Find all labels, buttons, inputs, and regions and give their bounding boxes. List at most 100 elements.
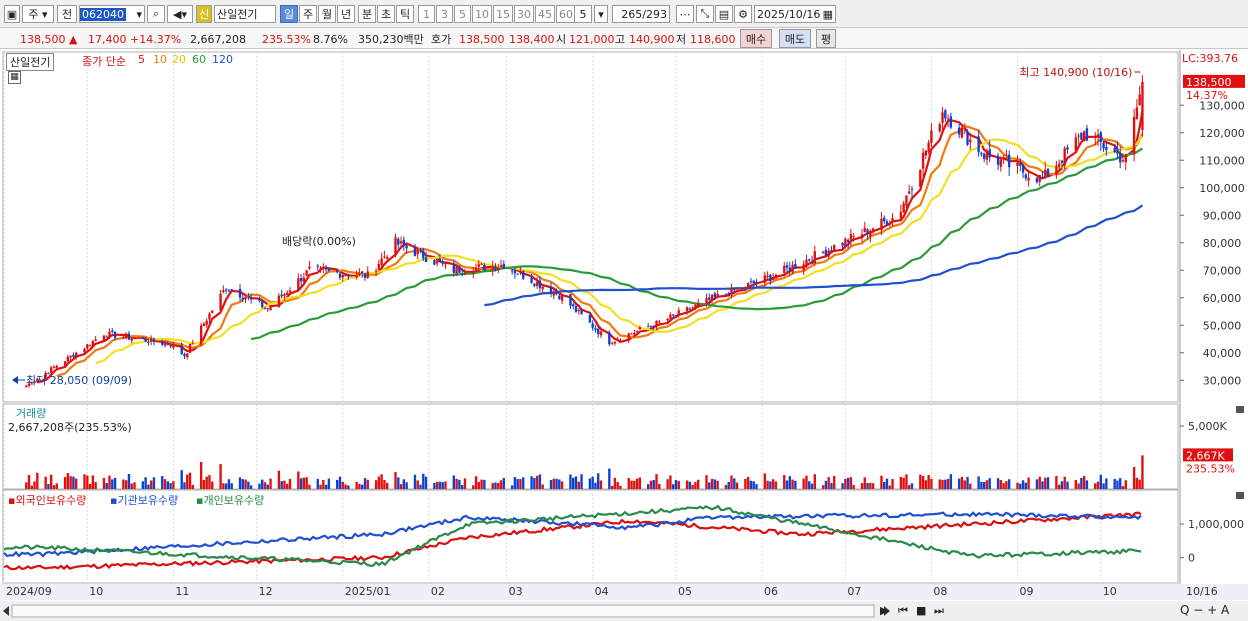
candle bbox=[658, 321, 661, 323]
volume-bar bbox=[144, 477, 147, 489]
open-label: 시 bbox=[556, 33, 567, 46]
buy-button[interactable]: 매수 bbox=[740, 29, 772, 48]
holdings-legend-institution[interactable]: ▪기관보유수량 bbox=[110, 492, 178, 508]
candle bbox=[1099, 132, 1102, 143]
eval-button[interactable]: 평 bbox=[816, 29, 836, 48]
candle bbox=[288, 290, 292, 293]
candle bbox=[630, 333, 633, 335]
line-tool-icon[interactable]: ⤡ bbox=[696, 5, 714, 23]
holdings-y-tick: 0 bbox=[1188, 552, 1195, 565]
volume-bar bbox=[366, 479, 369, 489]
volume-bar bbox=[316, 478, 319, 489]
candle bbox=[111, 330, 114, 332]
quote-volume-ratio: 235.53% bbox=[262, 32, 311, 46]
range-field[interactable]: 265/293 bbox=[612, 5, 670, 23]
candle bbox=[1041, 177, 1044, 179]
data-table-icon[interactable]: ▦ bbox=[8, 71, 21, 84]
interval-45[interactable]: 45 bbox=[535, 5, 555, 23]
volume-bar bbox=[1055, 476, 1058, 489]
interval-5[interactable]: 5 bbox=[454, 5, 471, 23]
volume-bar bbox=[50, 474, 53, 489]
legend-ma-5[interactable]: 5 bbox=[138, 53, 145, 66]
playback-control-icon: ⏮ bbox=[898, 604, 908, 617]
candle bbox=[50, 367, 53, 374]
holdings-legend-individual[interactable]: ▪개인보유수량 bbox=[196, 492, 264, 508]
candle bbox=[483, 264, 486, 271]
candle bbox=[75, 352, 78, 358]
candle bbox=[186, 353, 189, 358]
interval-3[interactable]: 3 bbox=[436, 5, 453, 23]
candle bbox=[774, 274, 778, 279]
period-month[interactable]: 월 bbox=[318, 5, 336, 23]
candle bbox=[1102, 142, 1105, 149]
interval-10[interactable]: 10 bbox=[472, 5, 492, 23]
period-second[interactable]: 초 bbox=[377, 5, 395, 23]
candle bbox=[397, 238, 400, 245]
candle bbox=[957, 127, 961, 135]
candle bbox=[124, 334, 128, 339]
count-dropdown-icon[interactable]: ▾ bbox=[594, 5, 608, 23]
interval-1[interactable]: 1 bbox=[418, 5, 435, 23]
volume-bar bbox=[1044, 477, 1047, 489]
candle bbox=[422, 250, 425, 259]
gear-icon[interactable]: ⚙ bbox=[734, 5, 752, 23]
candle bbox=[735, 288, 739, 290]
candle bbox=[552, 292, 555, 296]
candle bbox=[982, 153, 986, 159]
grid-tool-icon[interactable]: ⋯ bbox=[676, 5, 694, 23]
candle bbox=[510, 270, 514, 272]
holdings-legend-foreign[interactable]: ▪외국인보유수량 bbox=[8, 492, 86, 508]
date-field[interactable]: 2025/10/16 ▦ bbox=[754, 5, 836, 23]
volume-current-pct: 235.53% bbox=[1186, 462, 1235, 475]
volume-bar bbox=[455, 478, 458, 489]
interval-15[interactable]: 15 bbox=[493, 5, 513, 23]
candle bbox=[1005, 157, 1008, 160]
period-year[interactable]: 년 bbox=[337, 5, 355, 23]
volume-bar bbox=[985, 480, 989, 489]
save-icon[interactable]: ▤ bbox=[715, 5, 733, 23]
period-minute[interactable]: 분 bbox=[358, 5, 376, 23]
interval-60[interactable]: 60 bbox=[556, 5, 576, 23]
candle bbox=[572, 304, 575, 307]
period-tick[interactable]: 틱 bbox=[396, 5, 414, 23]
volume-bar bbox=[341, 481, 344, 489]
volume-bar bbox=[199, 461, 203, 489]
legend-ma-20[interactable]: 20 bbox=[172, 53, 186, 66]
candle bbox=[191, 343, 195, 345]
volume-bar bbox=[238, 477, 242, 489]
volume-bar bbox=[288, 478, 292, 489]
legend-stock-name[interactable]: 산일전기 bbox=[6, 53, 55, 71]
search-icon[interactable]: ⌕ bbox=[147, 5, 165, 23]
volume-bar bbox=[438, 481, 442, 489]
period-week[interactable]: 주 bbox=[299, 5, 317, 23]
legend-ma-60[interactable]: 60 bbox=[192, 53, 206, 66]
candle bbox=[513, 269, 517, 274]
market-select[interactable]: 주 ▾ bbox=[22, 5, 54, 23]
count-input[interactable]: 5 bbox=[574, 5, 592, 23]
candle bbox=[211, 310, 214, 313]
volume-bar bbox=[441, 482, 444, 489]
period-day[interactable]: 일 bbox=[280, 5, 298, 23]
candle bbox=[883, 217, 886, 222]
window-menu-icon[interactable]: ▣ bbox=[4, 5, 20, 23]
volume-bar bbox=[1099, 474, 1102, 489]
horizontal-scrollbar bbox=[11, 604, 875, 618]
code-input[interactable]: 062040 ▾ bbox=[79, 5, 145, 23]
volume-bar bbox=[374, 480, 378, 489]
sell-button[interactable]: 매도 bbox=[779, 29, 811, 48]
volume-bar bbox=[674, 479, 678, 489]
legend-ma-120[interactable]: 120 bbox=[212, 53, 233, 66]
candle bbox=[863, 227, 866, 233]
interval-30[interactable]: 30 bbox=[514, 5, 534, 23]
candle bbox=[1024, 174, 1028, 179]
calendar-icon[interactable]: ▦ bbox=[823, 8, 833, 21]
candle bbox=[127, 333, 131, 340]
chart-canvas[interactable]: 130,000120,000110,000100,00090,00080,000… bbox=[0, 49, 1248, 621]
kind-button[interactable]: 전 bbox=[57, 5, 77, 23]
volume-bar bbox=[516, 479, 519, 489]
candle bbox=[891, 218, 894, 222]
volume-bar bbox=[483, 479, 486, 489]
speaker-icon[interactable]: ◀▾ bbox=[167, 5, 193, 23]
volume-bar bbox=[474, 476, 478, 489]
legend-ma-10[interactable]: 10 bbox=[153, 53, 167, 66]
